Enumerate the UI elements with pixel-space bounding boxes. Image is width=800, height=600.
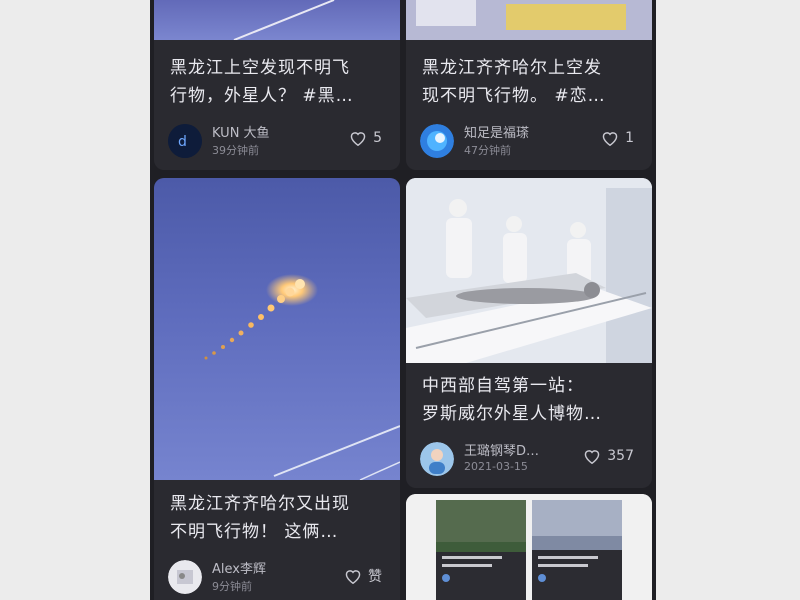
like-count: 5 <box>373 130 382 146</box>
svg-text:d: d <box>178 134 187 150</box>
user-avatar-icon <box>168 560 202 594</box>
author-name[interactable]: 王璐钢琴D… <box>464 440 539 459</box>
news-banner-image <box>406 0 652 40</box>
post-time: 2021-03-15 <box>464 460 528 473</box>
author-name[interactable]: Alex李辉 <box>212 558 266 577</box>
heart-icon <box>349 130 367 146</box>
like-count: 357 <box>607 448 634 464</box>
heart-icon <box>601 130 619 146</box>
feed-card[interactable]: 黑龙江齐齐哈尔上空发 现不明飞行物。 #恋… 知足是福瑹 47分钟前 1 <box>406 0 652 170</box>
power-line-image <box>233 0 335 40</box>
like-button[interactable]: 1 <box>601 130 634 146</box>
avatar[interactable] <box>168 560 202 594</box>
avatar[interactable] <box>420 442 454 476</box>
like-button[interactable]: 357 <box>583 448 634 464</box>
post-author[interactable]: Alex李辉 9分钟前 赞 <box>168 558 388 598</box>
post-title[interactable]: 黑龙江齐齐哈尔又出现 不明飞行物！ 这俩… <box>170 490 388 546</box>
heart-icon <box>344 568 362 584</box>
post-author[interactable]: 王璐钢琴D… 2021-03-15 357 <box>420 440 640 480</box>
alien-museum-image <box>406 178 652 363</box>
circle-logo-icon <box>420 124 454 158</box>
embedded-screenshot-image <box>406 494 652 600</box>
author-name[interactable]: 知足是福瑹 <box>464 122 529 141</box>
post-title[interactable]: 黑龙江齐齐哈尔上空发 现不明飞行物。 #恋… <box>422 54 640 110</box>
feed-grid: 黑龙江上空发现不明飞 行物，外星人？ #黑… d KUN 大鱼 39分钟前 5 <box>150 0 656 600</box>
feed-card[interactable]: 黑龙江上空发现不明飞 行物，外星人？ #黑… d KUN 大鱼 39分钟前 5 <box>154 0 400 170</box>
author-name[interactable]: KUN 大鱼 <box>212 122 270 141</box>
post-thumbnail[interactable] <box>406 178 652 363</box>
avatar[interactable]: d <box>168 124 202 158</box>
like-button[interactable]: 5 <box>349 130 382 146</box>
post-author[interactable]: d KUN 大鱼 39分钟前 5 <box>168 122 388 162</box>
post-time: 39分钟前 <box>212 144 259 157</box>
post-time: 9分钟前 <box>212 580 252 593</box>
post-thumbnail[interactable] <box>406 0 652 40</box>
like-button[interactable]: 赞 <box>344 566 382 586</box>
avatar[interactable] <box>420 124 454 158</box>
like-count: 1 <box>625 130 634 146</box>
heart-icon <box>583 448 601 464</box>
feed-card[interactable]: 黑龙江齐齐哈尔又出现 不明飞行物！ 这俩… Alex李辉 9分钟前 赞 <box>154 178 400 600</box>
post-thumbnail[interactable] <box>154 178 400 480</box>
post-title[interactable]: 中西部自驾第一站： 罗斯威尔外星人博物… <box>422 372 640 428</box>
user-avatar-icon <box>420 442 454 476</box>
feed-card[interactable]: 中西部自驾第一站： 罗斯威尔外星人博物… 王璐钢琴D… 2021-03-15 3… <box>406 178 652 488</box>
post-title[interactable]: 黑龙江上空发现不明飞 行物，外星人？ #黑… <box>170 54 388 110</box>
ufo-sky-image <box>204 274 400 480</box>
post-time: 47分钟前 <box>464 144 511 157</box>
feed-card[interactable] <box>406 494 652 600</box>
like-count: 赞 <box>368 569 382 585</box>
post-author[interactable]: 知足是福瑹 47分钟前 1 <box>420 122 640 162</box>
post-thumbnail[interactable] <box>154 0 400 40</box>
kun-logo-icon: d <box>168 124 202 158</box>
